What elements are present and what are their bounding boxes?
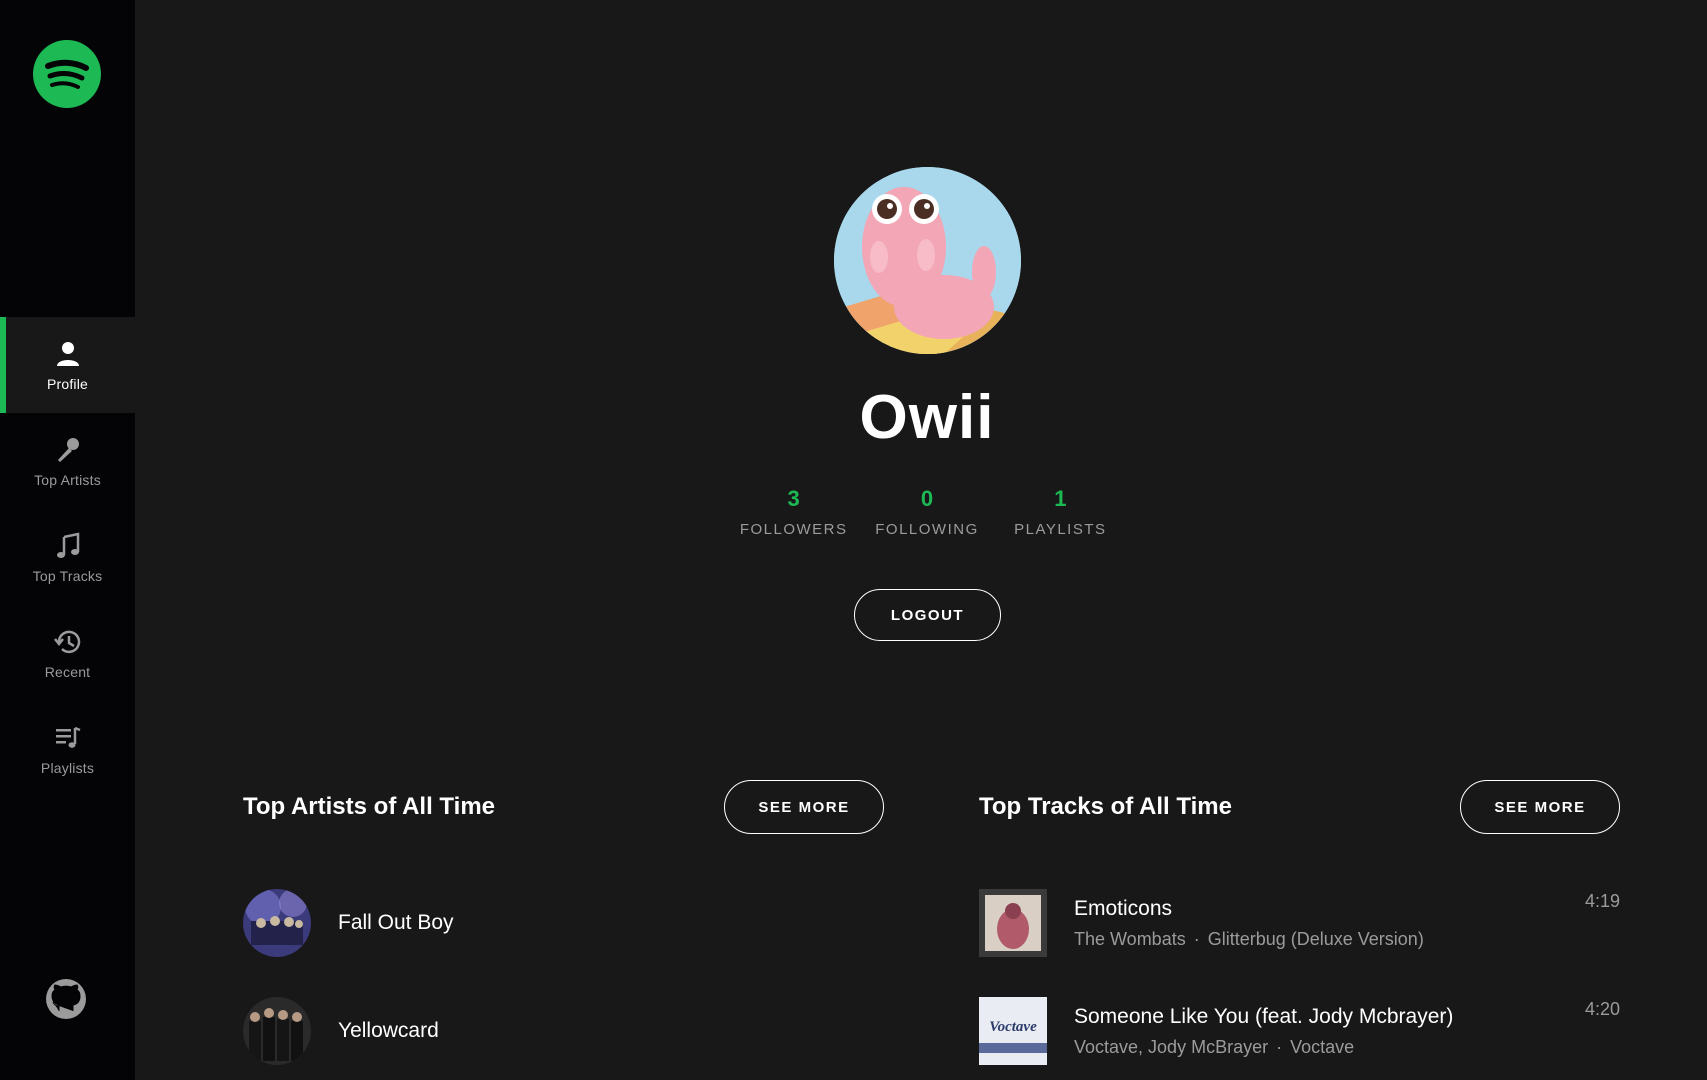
table-row[interactable]: Emoticons The Wombats · Glitterbug (Deluxe…: [979, 869, 1620, 977]
track-meta: Emoticons The Wombats · Glitterbug (Deluxe…: [1074, 897, 1585, 950]
sidebar: Profile Top Artists Top Tracks Recent Pl…: [0, 0, 135, 1080]
history-icon: [53, 630, 80, 653]
table-row[interactable]: Voctave Someone Like You (feat. Jody Mcb…: [979, 977, 1620, 1080]
username: Owii: [859, 383, 995, 452]
album-cover: Voctave: [979, 997, 1047, 1065]
app-root: Profile Top Artists Top Tracks Recent Pl…: [0, 0, 1707, 1080]
track-album: Voctave: [1290, 1036, 1355, 1057]
sidebar-item-label: Top Artists: [34, 471, 101, 488]
see-more-tracks-button[interactable]: SEE MORE: [1460, 780, 1620, 834]
sidebar-item-profile[interactable]: Profile: [0, 317, 135, 413]
track-list: Emoticons The Wombats · Glitterbug (Deluxe…: [979, 869, 1620, 1080]
separator-dot: ·: [1193, 928, 1200, 949]
avatar: [834, 167, 1021, 354]
artist-name: Yellowcard: [338, 1019, 439, 1042]
spotify-logo-icon: [45, 59, 89, 89]
top-tracks-section: Top Tracks of All Time SEE MORE Emoticon…: [979, 780, 1620, 1080]
track-subtitle: The Wombats · Glitterbug (Deluxe Version): [1074, 929, 1585, 950]
track-artists: Voctave, Jody McBrayer: [1074, 1036, 1269, 1057]
section-header: Top Artists of All Time SEE MORE: [243, 780, 884, 834]
album-cover: [979, 889, 1047, 957]
stat-label: PLAYLISTS: [1014, 521, 1107, 538]
sidebar-item-label: Top Tracks: [32, 567, 103, 584]
section-title: Top Artists of All Time: [243, 793, 496, 820]
github-link[interactable]: [45, 978, 87, 1020]
sidebar-item-label: Recent: [44, 663, 91, 680]
avatar-image: [834, 167, 1021, 354]
stat-label: FOLLOWERS: [739, 521, 848, 538]
github-icon: [46, 979, 86, 1019]
user-icon: [56, 341, 79, 366]
stat-label: FOLLOWING: [875, 521, 979, 538]
track-album: Glitterbug (Deluxe Version): [1207, 928, 1424, 949]
sidebar-item-label: Profile: [46, 375, 89, 392]
list-item[interactable]: Yellowcard: [243, 977, 884, 1080]
profile-stats: 3 FOLLOWERS 0 FOLLOWING 1 PLAYLISTS: [727, 486, 1127, 538]
section-title: Top Tracks of All Time: [979, 793, 1232, 820]
stat-following: 0 FOLLOWING: [860, 486, 993, 538]
playlist-icon: [55, 726, 80, 748]
music-note-icon: [56, 531, 79, 558]
album-art: [979, 889, 1047, 957]
sidebar-item-top-tracks[interactable]: Top Tracks: [0, 509, 135, 605]
stat-value: 0: [920, 486, 934, 511]
stat-playlists[interactable]: 1 PLAYLISTS: [994, 486, 1127, 538]
list-item[interactable]: Fall Out Boy: [243, 869, 884, 977]
logout-button[interactable]: LOGOUT: [854, 589, 1001, 641]
cover-text: Voctave: [989, 1019, 1037, 1035]
sidebar-nav: Profile Top Artists Top Tracks Recent Pl…: [0, 317, 135, 797]
microphone-icon: [57, 437, 79, 462]
artist-photo: [243, 997, 311, 1065]
track-duration: 4:19: [1584, 891, 1620, 911]
artist-name: Fall Out Boy: [338, 911, 454, 934]
artist-list: Fall Out Boy Yellowcard: [243, 869, 884, 1080]
track-meta: Someone Like You (feat. Jody Mcbrayer) V…: [1074, 1005, 1585, 1058]
track-artists: The Wombats: [1074, 928, 1186, 949]
see-more-artists-button[interactable]: SEE MORE: [724, 780, 884, 834]
track-name: Emoticons: [1074, 896, 1173, 920]
stat-value: 3: [787, 486, 800, 511]
sidebar-item-label: Playlists: [40, 759, 95, 776]
track-duration: 4:20: [1584, 999, 1620, 1019]
section-header: Top Tracks of All Time SEE MORE: [979, 780, 1620, 834]
stat-followers: 3 FOLLOWERS: [727, 486, 860, 538]
stat-value: 1: [1054, 486, 1067, 511]
artist-photo: [243, 889, 311, 957]
artist-image: [243, 997, 311, 1065]
sidebar-item-recent[interactable]: Recent: [0, 605, 135, 701]
sidebar-item-playlists[interactable]: Playlists: [0, 701, 135, 797]
separator-dot: ·: [1276, 1036, 1283, 1057]
track-subtitle: Voctave, Jody McBrayer · Voctave: [1074, 1037, 1585, 1058]
artist-image: [243, 889, 311, 957]
track-name: Someone Like You (feat. Jody Mcbrayer): [1074, 1004, 1454, 1028]
top-artists-section: Top Artists of All Time SEE MORE Fall Ou…: [243, 780, 884, 1080]
album-art: Voctave: [979, 997, 1047, 1065]
sidebar-item-top-artists[interactable]: Top Artists: [0, 413, 135, 509]
spotify-logo[interactable]: [33, 40, 101, 108]
